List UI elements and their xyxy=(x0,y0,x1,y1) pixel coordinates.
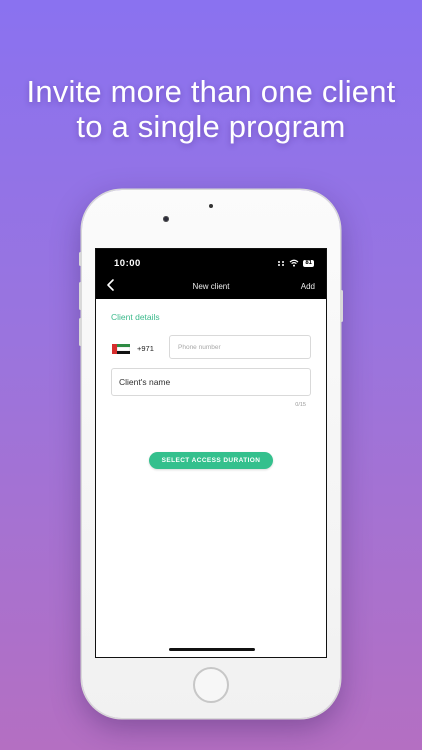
power-button xyxy=(340,290,343,322)
phone-frame: 10:00 81 New client Add Client details +… xyxy=(79,190,343,718)
battery-icon: 81 xyxy=(303,259,314,267)
add-button[interactable]: Add xyxy=(301,282,315,291)
character-counter: 0/15 xyxy=(295,402,306,408)
home-indicator xyxy=(169,648,255,651)
marketing-headline: Invite more than one client to a single … xyxy=(0,74,422,144)
country-code[interactable]: +971 xyxy=(137,344,154,353)
front-camera-icon xyxy=(163,216,169,222)
app-screen: 10:00 81 New client Add Client details +… xyxy=(95,248,327,658)
wifi-icon xyxy=(289,259,299,267)
volume-up-button xyxy=(79,282,82,310)
select-access-duration-button[interactable]: SELECT ACCESS DURATION xyxy=(149,452,273,469)
uae-flag-icon[interactable] xyxy=(112,344,130,354)
signal-dots-icon xyxy=(278,260,285,266)
silent-switch xyxy=(79,252,82,266)
status-time: 10:00 xyxy=(114,258,141,269)
status-icons: 81 xyxy=(278,259,314,267)
home-button[interactable] xyxy=(193,667,229,703)
volume-down-button xyxy=(79,318,82,346)
phone-number-input[interactable] xyxy=(169,335,311,359)
app-header: 10:00 81 New client Add xyxy=(96,249,326,299)
client-name-input[interactable] xyxy=(111,368,311,396)
section-label: Client details xyxy=(111,312,160,322)
headline-line-2: to a single program xyxy=(76,109,346,144)
sensor-icon xyxy=(209,204,213,208)
page-title: New client xyxy=(192,282,230,291)
headline-line-1: Invite more than one client xyxy=(26,74,396,109)
